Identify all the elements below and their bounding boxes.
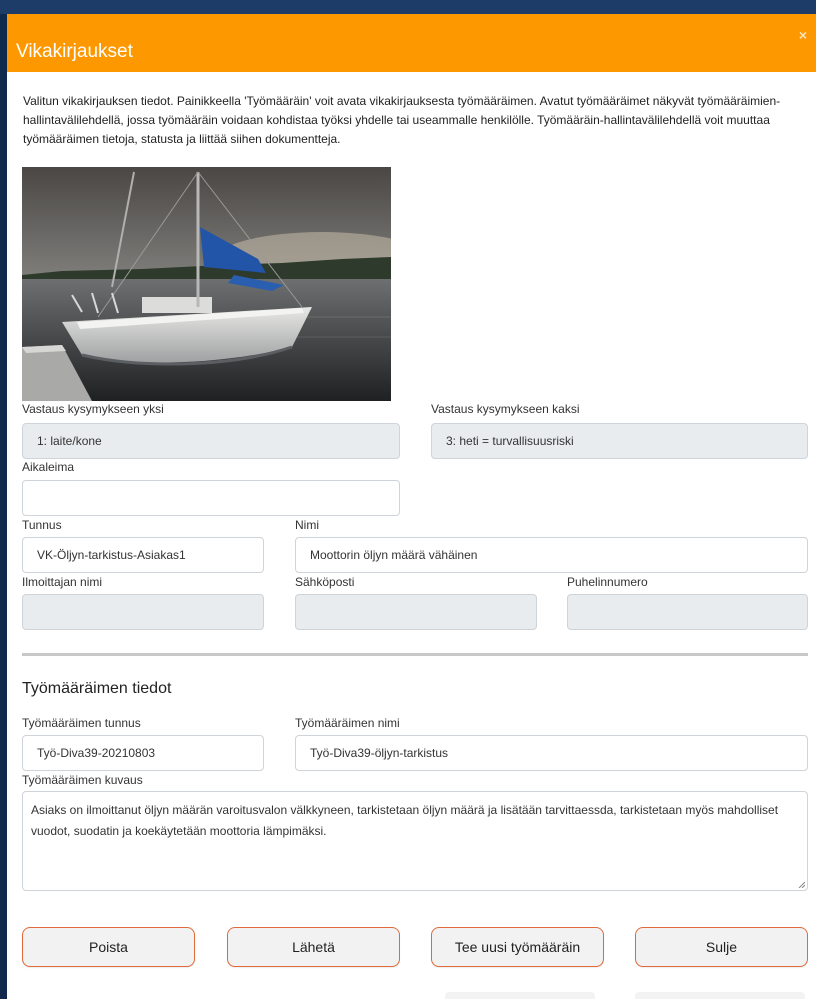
name-field[interactable]: Moottorin öljyn määrä vähäinen xyxy=(295,537,808,573)
ghost-control xyxy=(445,992,595,999)
background-edge xyxy=(0,14,7,999)
email-label: Sähköposti xyxy=(295,575,355,589)
ghost-control xyxy=(635,992,805,999)
close-button[interactable]: Sulje xyxy=(635,927,808,967)
q1-label: Vastaus kysymykseen yksi xyxy=(22,402,164,416)
send-button[interactable]: Lähetä xyxy=(227,927,400,967)
modal-description: Valitun vikakirjauksen tiedot. Painikkee… xyxy=(23,94,781,146)
delete-button[interactable]: Poista xyxy=(22,927,195,967)
section-divider xyxy=(22,653,808,656)
email-field[interactable] xyxy=(295,594,537,630)
name-label: Nimi xyxy=(295,518,319,532)
modal-title: Vikakirjaukset xyxy=(16,41,133,62)
work-order-desc-label: Työmääräimen kuvaus xyxy=(22,773,143,787)
work-order-name-field[interactable]: Työ-Diva39-öljyn-tarkistus xyxy=(295,735,808,771)
q2-label: Vastaus kysymykseen kaksi xyxy=(431,402,580,416)
modal-header: Vikakirjaukset × xyxy=(7,14,816,72)
resize-grip-icon[interactable] xyxy=(797,880,805,888)
phone-field[interactable] xyxy=(567,594,808,630)
q2-field[interactable]: 3: heti = turvallisuusriski xyxy=(431,423,808,459)
close-icon[interactable]: × xyxy=(799,27,807,43)
timestamp-field[interactable] xyxy=(22,480,400,516)
work-order-section-title: Työmääräimen tiedot xyxy=(22,680,172,697)
reporter-label: Ilmoittajan nimi xyxy=(22,575,103,589)
background-window-strip xyxy=(0,0,816,14)
work-order-name-label: Työmääräimen nimi xyxy=(295,716,400,730)
id-label: Tunnus xyxy=(22,518,62,532)
timestamp-label: Aikaleima xyxy=(22,460,75,474)
fault-report-modal: Vikakirjaukset × Valitun vikakirjauksen … xyxy=(7,14,816,999)
q1-field[interactable]: 1: laite/kone xyxy=(22,423,400,459)
phone-label: Puhelinnumero xyxy=(567,575,648,589)
work-order-desc-textarea[interactable]: Asiaks on ilmoittanut öljyn määrän varoi… xyxy=(22,791,808,891)
new-work-order-button[interactable]: Tee uusi työmääräin xyxy=(431,927,604,967)
sailboat-photo xyxy=(22,167,391,401)
reporter-field[interactable] xyxy=(22,594,264,630)
work-order-id-label: Työmääräimen tunnus xyxy=(22,716,141,730)
work-order-desc-text: Asiaks on ilmoittanut öljyn määrän varoi… xyxy=(31,803,779,838)
work-order-id-field[interactable]: Työ-Diva39-20210803 xyxy=(22,735,264,771)
id-field[interactable]: VK-Öljyn-tarkistus-Asiakas1 xyxy=(22,537,264,573)
